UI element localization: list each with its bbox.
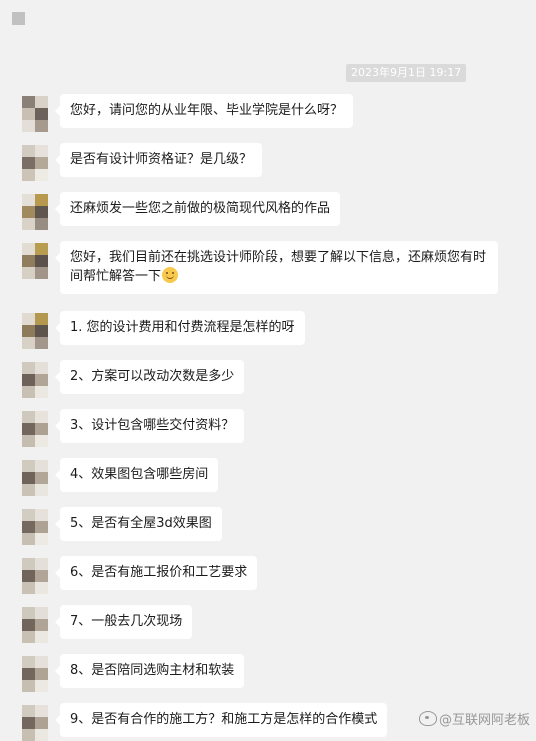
message-bubble[interactable]: 2、方案可以改动次数是多少 (54, 360, 245, 394)
avatar[interactable] (22, 411, 48, 447)
avatar[interactable] (22, 362, 48, 398)
message-bubble[interactable]: 5、是否有全屋3d效果图 (55, 507, 222, 541)
watermark-text: @互联网阿老板 (438, 713, 530, 728)
message-text: 5、是否有全屋3d效果图 (70, 516, 212, 531)
message-text: 您好，请问您的从业年限、毕业学院是什么呀？ (70, 103, 344, 118)
avatar[interactable] (22, 607, 48, 643)
message-bubble[interactable]: 8、是否陪同选购主材和软装 (54, 654, 245, 688)
message-bubble[interactable]: 4、效果图包含哪些房间 (54, 458, 219, 492)
message-text: 您好，我们目前还在挑选设计师阶段，想要了解以下信息，还麻烦您有时间帮忙解答一下 (70, 250, 487, 284)
message-bubble[interactable]: 1. 您的设计费用和付费流程是怎样的呀 (55, 311, 305, 345)
avatar[interactable] (22, 243, 48, 279)
message-text: 2、方案可以改动次数是多少 (70, 369, 235, 384)
watermark: @互联网阿老板 (418, 710, 530, 732)
message-text: 还麻烦发一些您之前做的极简现代风格的作品 (70, 201, 331, 216)
message-text: 7、一般去几次现场 (70, 614, 183, 629)
message-text: 8、是否陪同选购主材和软装 (70, 663, 235, 678)
avatar[interactable] (22, 558, 48, 594)
message-bubble[interactable]: 9、是否有合作的施工方？和施工方是怎样的合作模式 (54, 703, 388, 737)
message-bubble[interactable]: 是否有设计师资格证？是几级？ (54, 143, 263, 177)
avatar[interactable] (22, 145, 48, 181)
avatar[interactable] (22, 194, 48, 230)
message-text: 是否有设计师资格证？是几级？ (70, 152, 253, 167)
weibo-icon (418, 711, 437, 726)
avatar[interactable] (22, 705, 48, 741)
avatar[interactable] (22, 460, 48, 496)
message-text: 3、设计包含哪些交付资料？ (70, 418, 235, 433)
message-text: 6、是否有施工报价和工艺要求 (70, 565, 248, 580)
smiling-face-emoji (162, 267, 179, 283)
title-bar (0, 0, 536, 40)
message-bubble[interactable]: 7、一般去几次现场 (54, 605, 193, 639)
avatar[interactable] (22, 656, 48, 692)
message-bubble[interactable]: 还麻烦发一些您之前做的极简现代风格的作品 (54, 192, 341, 226)
message-bubble[interactable]: 3、设计包含哪些交付资料？ (54, 409, 245, 443)
message-text: 9、是否有合作的施工方？和施工方是怎样的合作模式 (70, 712, 378, 727)
message-bubble[interactable]: 您好，请问您的从业年限、毕业学院是什么呀？ (54, 94, 354, 128)
message-bubble[interactable]: 您好，我们目前还在挑选设计师阶段，想要了解以下信息，还麻烦您有时间帮忙解答一下 (55, 241, 498, 294)
message-text: 1. 您的设计费用和付费流程是怎样的呀 (70, 320, 295, 335)
avatar[interactable] (22, 96, 48, 132)
message-bubble[interactable]: 6、是否有施工报价和工艺要求 (54, 556, 258, 590)
avatar[interactable] (22, 313, 48, 349)
app-icon[interactable] (12, 12, 25, 25)
avatar[interactable] (22, 509, 48, 545)
message-text: 4、效果图包含哪些房间 (70, 467, 209, 482)
message-timestamp: 2023年9月1日 19:17 (346, 64, 467, 82)
